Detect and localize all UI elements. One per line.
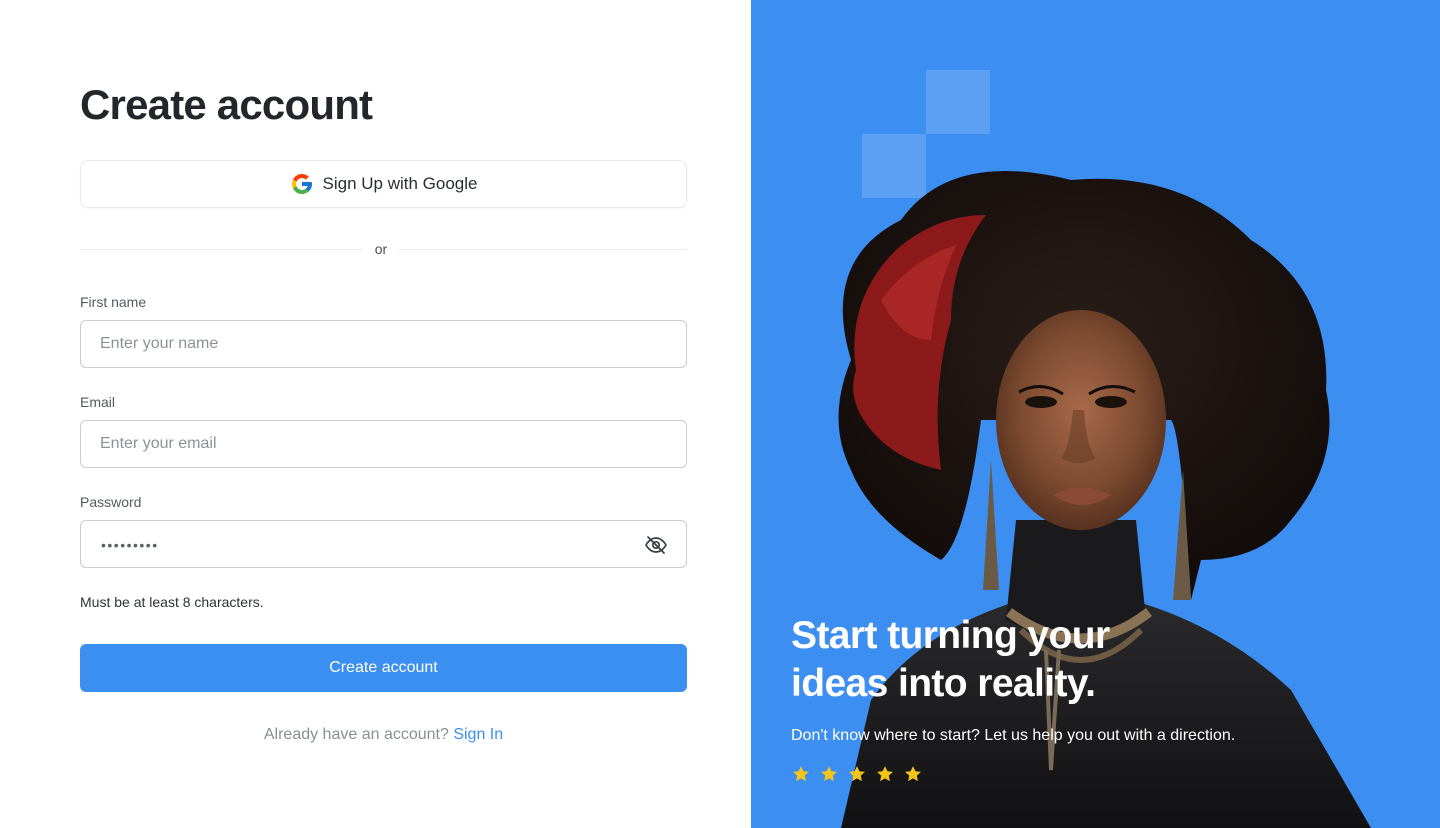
google-icon	[291, 174, 312, 194]
star-icon	[905, 766, 921, 782]
google-signup-label: Sign Up with Google	[322, 174, 478, 193]
hero-title-line1: Start turning your	[791, 614, 1110, 657]
divider-line-right	[399, 249, 687, 250]
star-icon	[849, 766, 865, 782]
star-icon	[793, 766, 809, 782]
password-label: Password	[80, 494, 142, 510]
hero-title: Start turning your ideas into reality.	[791, 612, 1211, 708]
hero-title-line2: ideas into reality.	[791, 662, 1096, 705]
first-name-field-wrapper	[80, 320, 687, 368]
rating-stars	[791, 764, 923, 784]
signin-row: Already have an account? Sign In	[80, 726, 687, 744]
email-label: Email	[80, 394, 116, 410]
first-name-label: First name	[80, 294, 147, 310]
hero-panel: Start turning your ideas into reality. D…	[751, 0, 1440, 828]
signin-link[interactable]: Sign In	[453, 726, 503, 743]
create-account-label: Create account	[329, 659, 438, 676]
first-name-input[interactable]	[81, 321, 686, 367]
hero-subtitle: Don't know where to start? Let us help y…	[791, 727, 1236, 744]
email-input[interactable]	[81, 421, 686, 467]
signin-prompt: Already have an account?	[263, 726, 449, 743]
email-field-wrapper	[80, 420, 687, 468]
star-icon	[821, 766, 837, 782]
divider-line-left	[80, 249, 363, 250]
google-signup-button[interactable]: Sign Up with Google	[80, 160, 687, 208]
eye-off-icon[interactable]	[644, 533, 668, 557]
signup-form-panel: Create account Sign Up with Google or Fi…	[0, 0, 751, 828]
password-masked-value: •••••••••	[101, 537, 159, 553]
divider-text: or	[374, 241, 388, 257]
create-account-button[interactable]: Create account	[80, 644, 687, 692]
or-divider: or	[80, 240, 687, 260]
password-hint: Must be at least 8 characters.	[80, 594, 264, 610]
star-icon	[877, 766, 893, 782]
password-input[interactable]: •••••••••	[80, 520, 687, 568]
page-title: Create account	[80, 81, 373, 128]
